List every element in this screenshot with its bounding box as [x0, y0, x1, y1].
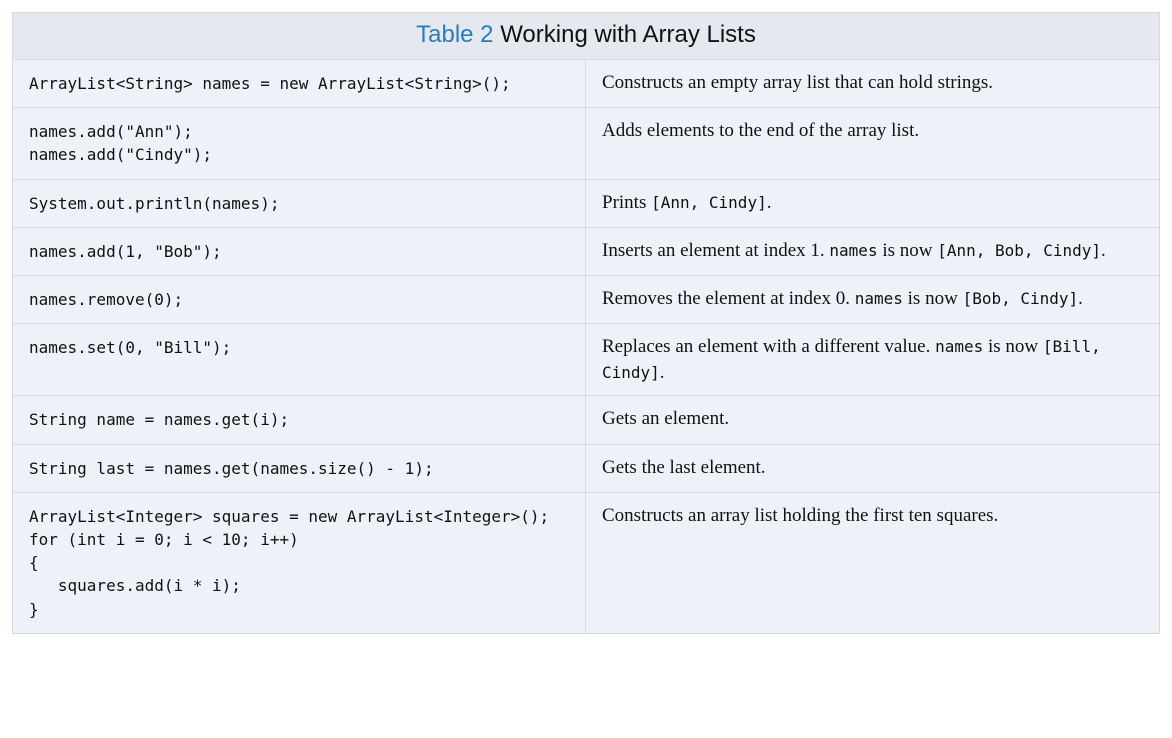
table-title-text: Working with Array Lists [500, 21, 756, 48]
code-cell: names.add("Ann"); names.add("Cindy"); [13, 108, 586, 178]
desc-cell: Constructs an empty array list that can … [586, 60, 1159, 107]
table-row: ArrayList<String> names = new ArrayList<… [13, 60, 1159, 108]
desc-cell: Removes the element at index 0. names is… [586, 276, 1159, 323]
table-row: names.set(0, "Bill"); Replaces an elemen… [13, 324, 1159, 396]
table-row: names.remove(0); Removes the element at … [13, 276, 1159, 324]
table-row: names.add("Ann"); names.add("Cindy"); Ad… [13, 108, 1159, 179]
code-cell: String last = names.get(names.size() - 1… [13, 445, 586, 492]
code-cell: String name = names.get(i); [13, 396, 586, 443]
code-cell: ArrayList<String> names = new ArrayList<… [13, 60, 586, 107]
code-cell: names.remove(0); [13, 276, 586, 323]
desc-cell: Prints [Ann, Cindy]. [586, 180, 1159, 227]
desc-cell: Gets the last element. [586, 445, 1159, 492]
table-title: Table 2 Working with Array Lists [13, 13, 1159, 60]
table-row: ArrayList<Integer> squares = new ArrayLi… [13, 493, 1159, 633]
desc-cell: Gets an element. [586, 396, 1159, 443]
table-row: names.add(1, "Bob"); Inserts an element … [13, 228, 1159, 276]
code-cell: System.out.println(names); [13, 180, 586, 227]
table: Table 2 Working with Array Lists ArrayLi… [12, 12, 1160, 634]
desc-cell: Constructs an array list holding the fir… [586, 493, 1159, 633]
code-cell: ArrayList<Integer> squares = new ArrayLi… [13, 493, 586, 633]
table-row: String last = names.get(names.size() - 1… [13, 445, 1159, 493]
code-cell: names.add(1, "Bob"); [13, 228, 586, 275]
table-row: String name = names.get(i); Gets an elem… [13, 396, 1159, 444]
table-row: System.out.println(names); Prints [Ann, … [13, 180, 1159, 228]
code-cell: names.set(0, "Bill"); [13, 324, 586, 395]
desc-cell: Replaces an element with a different val… [586, 324, 1159, 395]
table-number: Table 2 [416, 21, 493, 48]
desc-cell: Inserts an element at index 1. names is … [586, 228, 1159, 275]
desc-cell: Adds elements to the end of the array li… [586, 108, 1159, 178]
